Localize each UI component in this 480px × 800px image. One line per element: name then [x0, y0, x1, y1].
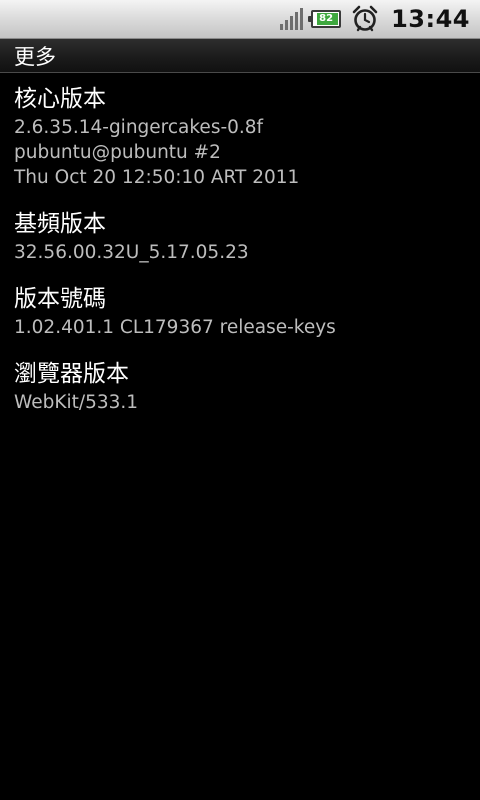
item-label: 版本號碼 [14, 286, 106, 312]
settings-list: 核心版本 2.6.35.14-gingercakes-0.8f pubuntu@… [0, 73, 480, 415]
item-label: 瀏覽器版本 [14, 361, 129, 387]
item-label: 核心版本 [14, 86, 106, 112]
build-number-item[interactable]: 版本號碼 1.02.401.1 CL179367 release-keys [0, 283, 480, 340]
item-value-line: Thu Oct 20 12:50:10 ART 2011 [14, 167, 300, 188]
browser-version-item[interactable]: 瀏覽器版本 WebKit/533.1 [0, 358, 480, 415]
baseband-version-item[interactable]: 基頻版本 32.56.00.32U_5.17.05.23 [0, 208, 480, 265]
status-time: 13:44 [391, 5, 470, 33]
alarm-clock-icon [352, 5, 378, 32]
page-title: 更多 [14, 44, 56, 69]
item-value-line: WebKit/533.1 [14, 392, 139, 413]
signal-icon [280, 8, 304, 30]
status-bar: 82 13:44 [0, 0, 480, 39]
item-value-line: 32.56.00.32U_5.17.05.23 [14, 242, 249, 263]
item-value-line: 1.02.401.1 CL179367 release-keys [14, 317, 336, 338]
battery-icon: 82 [308, 10, 342, 28]
battery-level: 82 [319, 13, 334, 24]
kernel-version-item[interactable]: 核心版本 2.6.35.14-gingercakes-0.8f pubuntu@… [0, 83, 480, 190]
item-value-line: 2.6.35.14-gingercakes-0.8f [14, 117, 264, 138]
item-value-line: pubuntu@pubuntu #2 [14, 142, 221, 163]
status-icons: 82 13:44 [280, 0, 470, 38]
item-label: 基頻版本 [14, 211, 106, 237]
title-bar: 更多 [0, 39, 480, 73]
